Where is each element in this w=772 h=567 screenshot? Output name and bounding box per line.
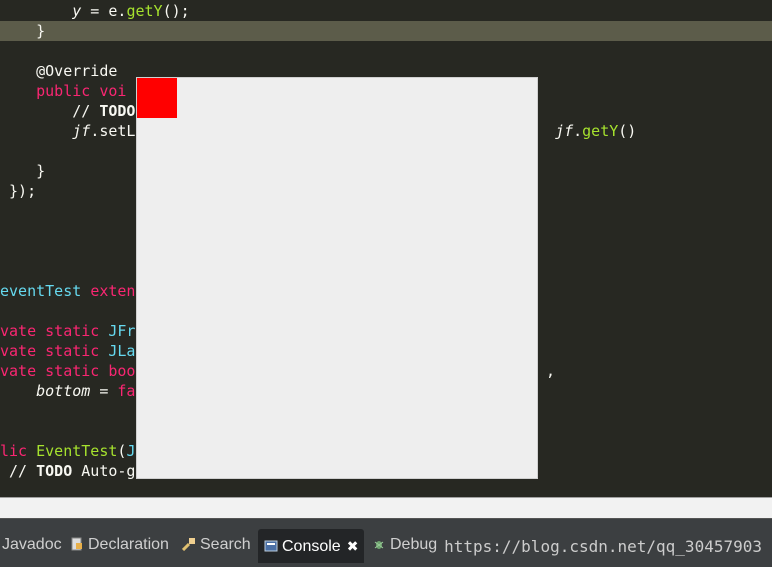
code-token: eventTest <box>0 282 91 300</box>
code-line[interactable]: } <box>0 21 772 41</box>
code-token: }); <box>9 182 37 200</box>
code-token: = <box>90 382 118 400</box>
tab-declaration-label: Declaration <box>88 536 169 553</box>
code-token: vate static <box>0 342 109 360</box>
code-token: . <box>573 122 583 140</box>
code-line-fragment: jf.getY() <box>537 121 767 141</box>
code-token: } <box>36 162 46 180</box>
code-token: .setL <box>90 122 136 140</box>
bottom-panel-tabbar: Javadoc Declaration Search Console ✖ Debu… <box>0 518 772 567</box>
code-token: = <box>81 2 109 20</box>
code-token: getY <box>582 122 619 140</box>
code-token: vate static <box>0 362 109 380</box>
code-token: TODO <box>99 102 136 120</box>
code-token: jf <box>555 122 574 140</box>
tab-search[interactable]: Search <box>181 533 251 557</box>
tab-console[interactable]: Console ✖ <box>258 529 365 563</box>
code-token: fa <box>117 382 136 400</box>
code-token: bottom <box>36 382 91 400</box>
code-token: getY <box>126 2 163 20</box>
editor-scrollbar-area[interactable] <box>0 497 772 518</box>
code-token: y <box>72 2 82 20</box>
console-icon <box>264 532 278 552</box>
red-square-label[interactable] <box>137 78 177 118</box>
tab-debug-label: Debug <box>390 536 438 553</box>
code-token: TODO <box>36 462 73 480</box>
java-frame-window[interactable] <box>137 78 537 478</box>
code-token: @Override <box>36 62 118 80</box>
tab-console-label: Console <box>282 538 341 555</box>
code-token: // <box>9 462 37 480</box>
tab-declaration[interactable]: Declaration <box>70 533 169 557</box>
code-token: vate static <box>0 322 109 340</box>
tab-search-label: Search <box>200 536 251 553</box>
code-token: // <box>72 102 100 120</box>
watermark-url: https://blog.csdn.net/qq_30457903 <box>444 537 762 556</box>
code-line[interactable] <box>0 41 772 61</box>
code-token: (); <box>162 2 190 20</box>
code-token: public voi <box>36 82 127 100</box>
code-token: lic <box>0 442 37 460</box>
code-line[interactable]: y = e.getY(); <box>0 1 772 21</box>
tab-debug[interactable]: Debug <box>372 533 437 557</box>
search-icon <box>181 535 196 552</box>
code-token: () <box>618 122 637 140</box>
code-token: EventTest <box>36 442 118 460</box>
tab-javadoc-label: Javadoc <box>2 536 62 553</box>
tab-javadoc[interactable]: Javadoc <box>2 533 62 557</box>
code-line-fragment: , <box>537 361 597 381</box>
close-icon[interactable]: ✖ <box>347 538 359 554</box>
code-token: , <box>546 362 556 380</box>
code-token: } <box>36 22 46 40</box>
debug-icon <box>372 535 386 549</box>
code-token: jf <box>72 122 91 140</box>
declaration-icon <box>70 535 84 551</box>
